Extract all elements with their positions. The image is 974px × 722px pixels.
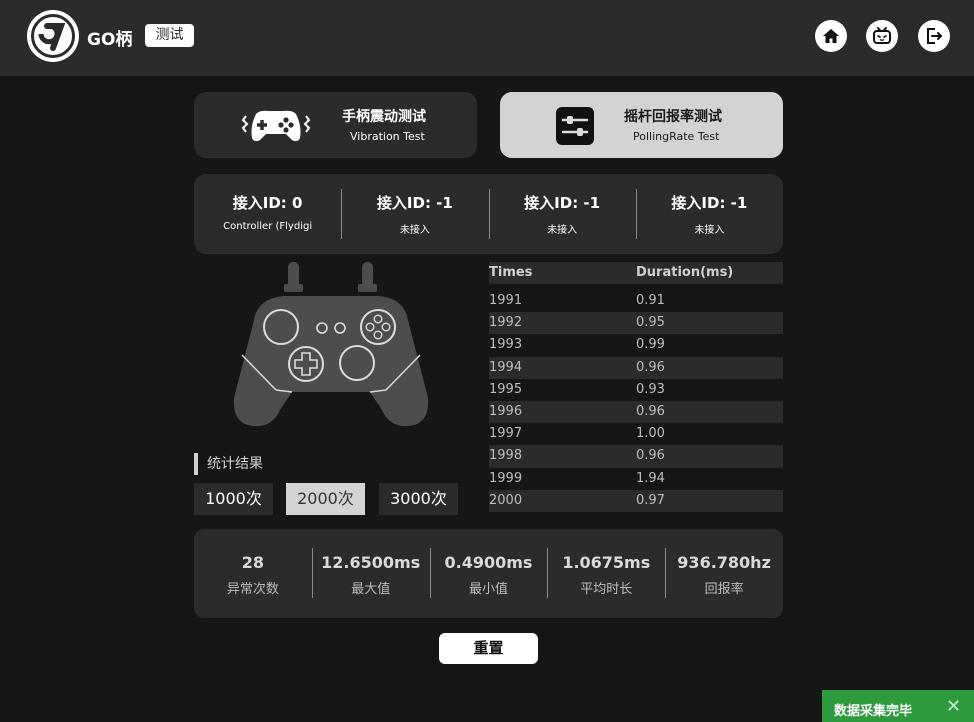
pollingrate-test-button[interactable]: 摇杆回报率测试 PollingRate Test: [500, 92, 783, 158]
table-header: Times Duration(ms): [489, 262, 783, 284]
summary-label: 最小值: [468, 582, 508, 597]
summary-value: 936.780hz: [677, 553, 771, 572]
table-row: 1993 0.99: [489, 337, 665, 353]
brand-name: GO柄: [87, 30, 133, 50]
count-option-1000[interactable]: 1000次: [194, 483, 273, 515]
controller-status: 未接入: [694, 225, 725, 236]
controller-id-label: 接入ID: -1: [671, 194, 748, 212]
home-icon[interactable]: [815, 20, 847, 52]
header-duration: Duration(ms): [636, 265, 734, 280]
stats-section-label: 统计结果: [194, 453, 263, 475]
summary-value: 28: [241, 553, 265, 572]
controller-id-label: 接入ID: 0: [232, 194, 303, 212]
duration-table[interactable]: Times Duration(ms) 1991 0.91 1992 0.95 199…: [489, 262, 783, 512]
controller-slot-0[interactable]: 接入ID: 0 Controller (Flydigi: [194, 174, 341, 254]
table-row: 1998 0.96: [489, 445, 783, 468]
table-row: 1994 0.96: [489, 356, 783, 379]
controller-status: 未接入: [547, 225, 578, 236]
gamepad-illustration: [233, 262, 429, 427]
controller-id-panel: 接入ID: 0 Controller (Flydigi 接入ID: -1 未接入…: [194, 174, 783, 254]
vibration-test-subtitle: Vibration Test: [350, 130, 425, 143]
toast-message: 数据采集完毕: [834, 704, 913, 719]
controller-id-label: 接入ID: -1: [376, 194, 453, 212]
vibration-test-title: 手柄震动测试: [342, 109, 426, 125]
controller-id-label: 接入ID: -1: [524, 194, 601, 212]
count-option-2000[interactable]: 2000次: [286, 483, 365, 515]
controller-slot-1[interactable]: 接入ID: -1 未接入: [341, 174, 488, 254]
bilibili-tv-icon[interactable]: [866, 20, 898, 52]
header-times: Times: [489, 265, 533, 280]
summary-max: 12.6500ms 最大值: [311, 529, 430, 618]
pollingrate-test-title: 摇杆回报率测试: [624, 109, 722, 125]
top-bar: GO柄 测试: [0, 0, 974, 76]
controller-slot-3[interactable]: 接入ID: -1 未接入: [635, 174, 783, 254]
table-row: 1995 0.93: [489, 381, 665, 397]
status-toast: 数据采集完毕 ✕: [822, 690, 974, 722]
reset-button[interactable]: 重置: [439, 633, 538, 664]
exit-icon[interactable]: [918, 20, 950, 52]
vibration-test-button[interactable]: 手柄震动测试 Vibration Test: [194, 92, 477, 158]
table-row: 1992 0.95: [489, 312, 783, 335]
summary-value: 12.6500ms: [321, 553, 421, 572]
table-row: 1997 1.00: [489, 426, 665, 442]
summary-min: 0.4900ms 最小值: [429, 529, 548, 618]
gamepad-vibration-icon: [241, 110, 311, 142]
summary-value: 0.4900ms: [444, 553, 533, 572]
controller-status: Controller (Flydigi: [223, 221, 313, 232]
table-row: 2000 0.97: [489, 489, 783, 512]
summary-panel: 28 异常次数 12.6500ms 最大值 0.4900ms 最小值 1.067…: [194, 529, 783, 618]
summary-value: 1.0675ms: [562, 553, 651, 572]
summary-label: 最大值: [351, 582, 391, 597]
sliders-icon: [556, 107, 594, 145]
summary-label: 回报率: [704, 582, 744, 597]
pollingrate-test-subtitle: PollingRate Test: [633, 130, 720, 143]
app-logo: [27, 10, 79, 62]
table-row: 1996 0.96: [489, 400, 783, 424]
table-row: 1999 1.94: [489, 470, 665, 486]
controller-slot-2[interactable]: 接入ID: -1 未接入: [488, 174, 636, 254]
summary-label: 平均时长: [580, 582, 633, 597]
summary-anomaly-count: 28 异常次数: [194, 529, 312, 618]
summary-average: 1.0675ms 平均时长: [547, 529, 665, 618]
controller-status: 未接入: [399, 225, 430, 236]
mode-badge: 测试: [145, 24, 194, 47]
summary-label: 异常次数: [226, 582, 279, 597]
count-option-3000[interactable]: 3000次: [379, 483, 458, 515]
table-row: 1991 0.91: [489, 293, 665, 308]
close-icon[interactable]: ✕: [946, 696, 961, 717]
summary-polling-rate: 936.780hz 回报率: [665, 529, 783, 618]
